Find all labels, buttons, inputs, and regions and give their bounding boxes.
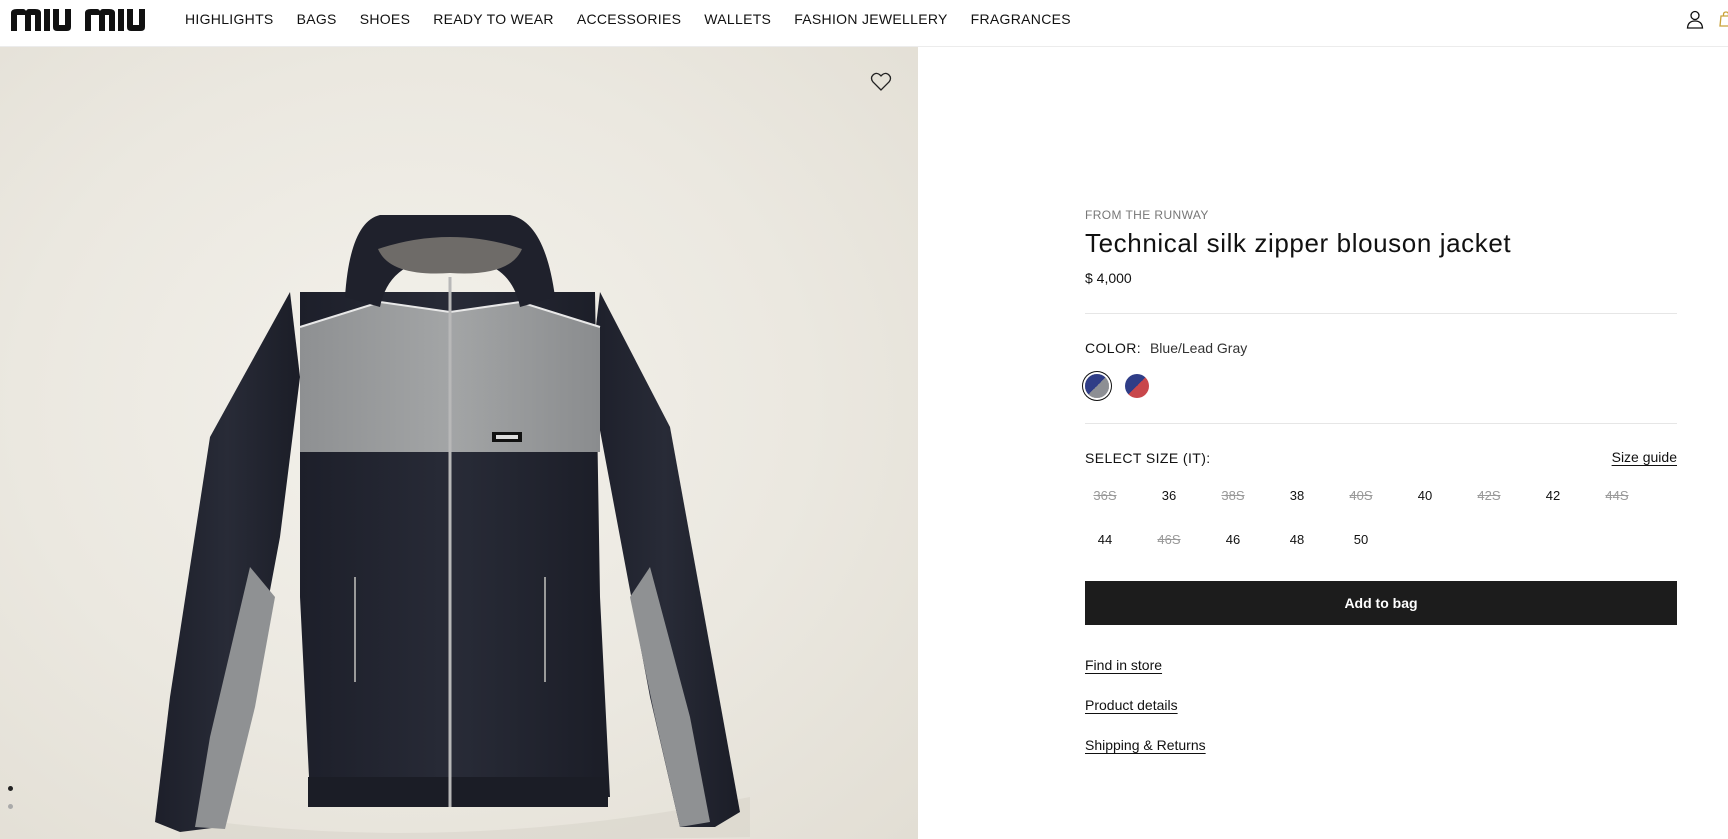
product-title: Technical silk zipper blouson jacket bbox=[1085, 228, 1512, 258]
swatch-blue-lead-gray[interactable] bbox=[1085, 374, 1109, 398]
carousel-dot-2[interactable] bbox=[8, 804, 13, 809]
product-image-jacket bbox=[155, 215, 750, 839]
divider bbox=[1085, 423, 1677, 424]
size-option[interactable]: 38 bbox=[1277, 484, 1317, 508]
size-option[interactable]: 40 bbox=[1405, 484, 1445, 508]
product-eyebrow: FROM THE RUNWAY bbox=[1085, 208, 1209, 222]
color-value: Blue/Lead Gray bbox=[1149, 340, 1248, 356]
product-price: $ 4,000 bbox=[1085, 270, 1132, 286]
size-option[interactable]: 36S bbox=[1085, 484, 1125, 508]
size-option[interactable]: 42S bbox=[1469, 484, 1509, 508]
carousel-dot-1[interactable] bbox=[8, 786, 13, 791]
divider bbox=[1085, 313, 1677, 314]
nav-item-fragrances[interactable]: FRAGRANCES bbox=[971, 10, 1071, 28]
nav-item-fashion-jewellery[interactable]: FASHION JEWELLERY bbox=[794, 10, 947, 28]
color-swatches bbox=[1085, 374, 1149, 398]
product-details-link[interactable]: Product details bbox=[1085, 697, 1178, 713]
size-option[interactable]: 38S bbox=[1213, 484, 1253, 508]
swatch-blue-red[interactable] bbox=[1125, 374, 1149, 398]
heart-icon[interactable] bbox=[870, 72, 892, 92]
add-to-bag-button[interactable]: Add to bag bbox=[1085, 581, 1677, 625]
color-row: COLOR: Blue/Lead Gray bbox=[1085, 340, 1247, 356]
nav-item-bags[interactable]: BAGS bbox=[297, 10, 337, 28]
nav-item-accessories[interactable]: ACCESSORIES bbox=[577, 10, 681, 28]
nav-item-wallets[interactable]: WALLETS bbox=[704, 10, 771, 28]
size-option[interactable]: 44 bbox=[1085, 528, 1125, 552]
miu-miu-logo[interactable] bbox=[11, 7, 159, 31]
site-header: HIGHLIGHTS BAGS SHOES READY TO WEAR ACCE… bbox=[0, 0, 1728, 47]
size-option[interactable]: 50 bbox=[1341, 528, 1381, 552]
size-guide-link[interactable]: Size guide bbox=[1612, 449, 1677, 465]
nav-item-highlights[interactable]: HIGHLIGHTS bbox=[185, 10, 274, 28]
size-option[interactable]: 48 bbox=[1277, 528, 1317, 552]
shipping-returns-link[interactable]: Shipping & Returns bbox=[1085, 737, 1206, 753]
main-nav: HIGHLIGHTS BAGS SHOES READY TO WEAR ACCE… bbox=[185, 10, 1071, 28]
size-option[interactable]: 46 bbox=[1213, 528, 1253, 552]
account-icon[interactable] bbox=[1685, 9, 1705, 29]
find-in-store-link[interactable]: Find in store bbox=[1085, 657, 1162, 673]
size-option[interactable]: 40S bbox=[1341, 484, 1381, 508]
nav-item-ready-to-wear[interactable]: READY TO WEAR bbox=[433, 10, 554, 28]
size-label: SELECT SIZE (IT): bbox=[1085, 450, 1211, 466]
product-image-gallery[interactable] bbox=[0, 47, 918, 839]
size-option[interactable]: 36 bbox=[1149, 484, 1189, 508]
bag-icon[interactable] bbox=[1719, 11, 1728, 27]
size-option[interactable]: 42 bbox=[1533, 484, 1573, 508]
size-selector: 36S 36 38S 38 40S 40 42S 42 44S 44 46S 4… bbox=[1085, 484, 1677, 552]
nav-item-shoes[interactable]: SHOES bbox=[360, 10, 411, 28]
size-option[interactable]: 44S bbox=[1597, 484, 1637, 508]
size-option[interactable]: 46S bbox=[1149, 528, 1189, 552]
carousel-dots bbox=[8, 786, 13, 809]
color-label: COLOR: bbox=[1085, 340, 1142, 356]
